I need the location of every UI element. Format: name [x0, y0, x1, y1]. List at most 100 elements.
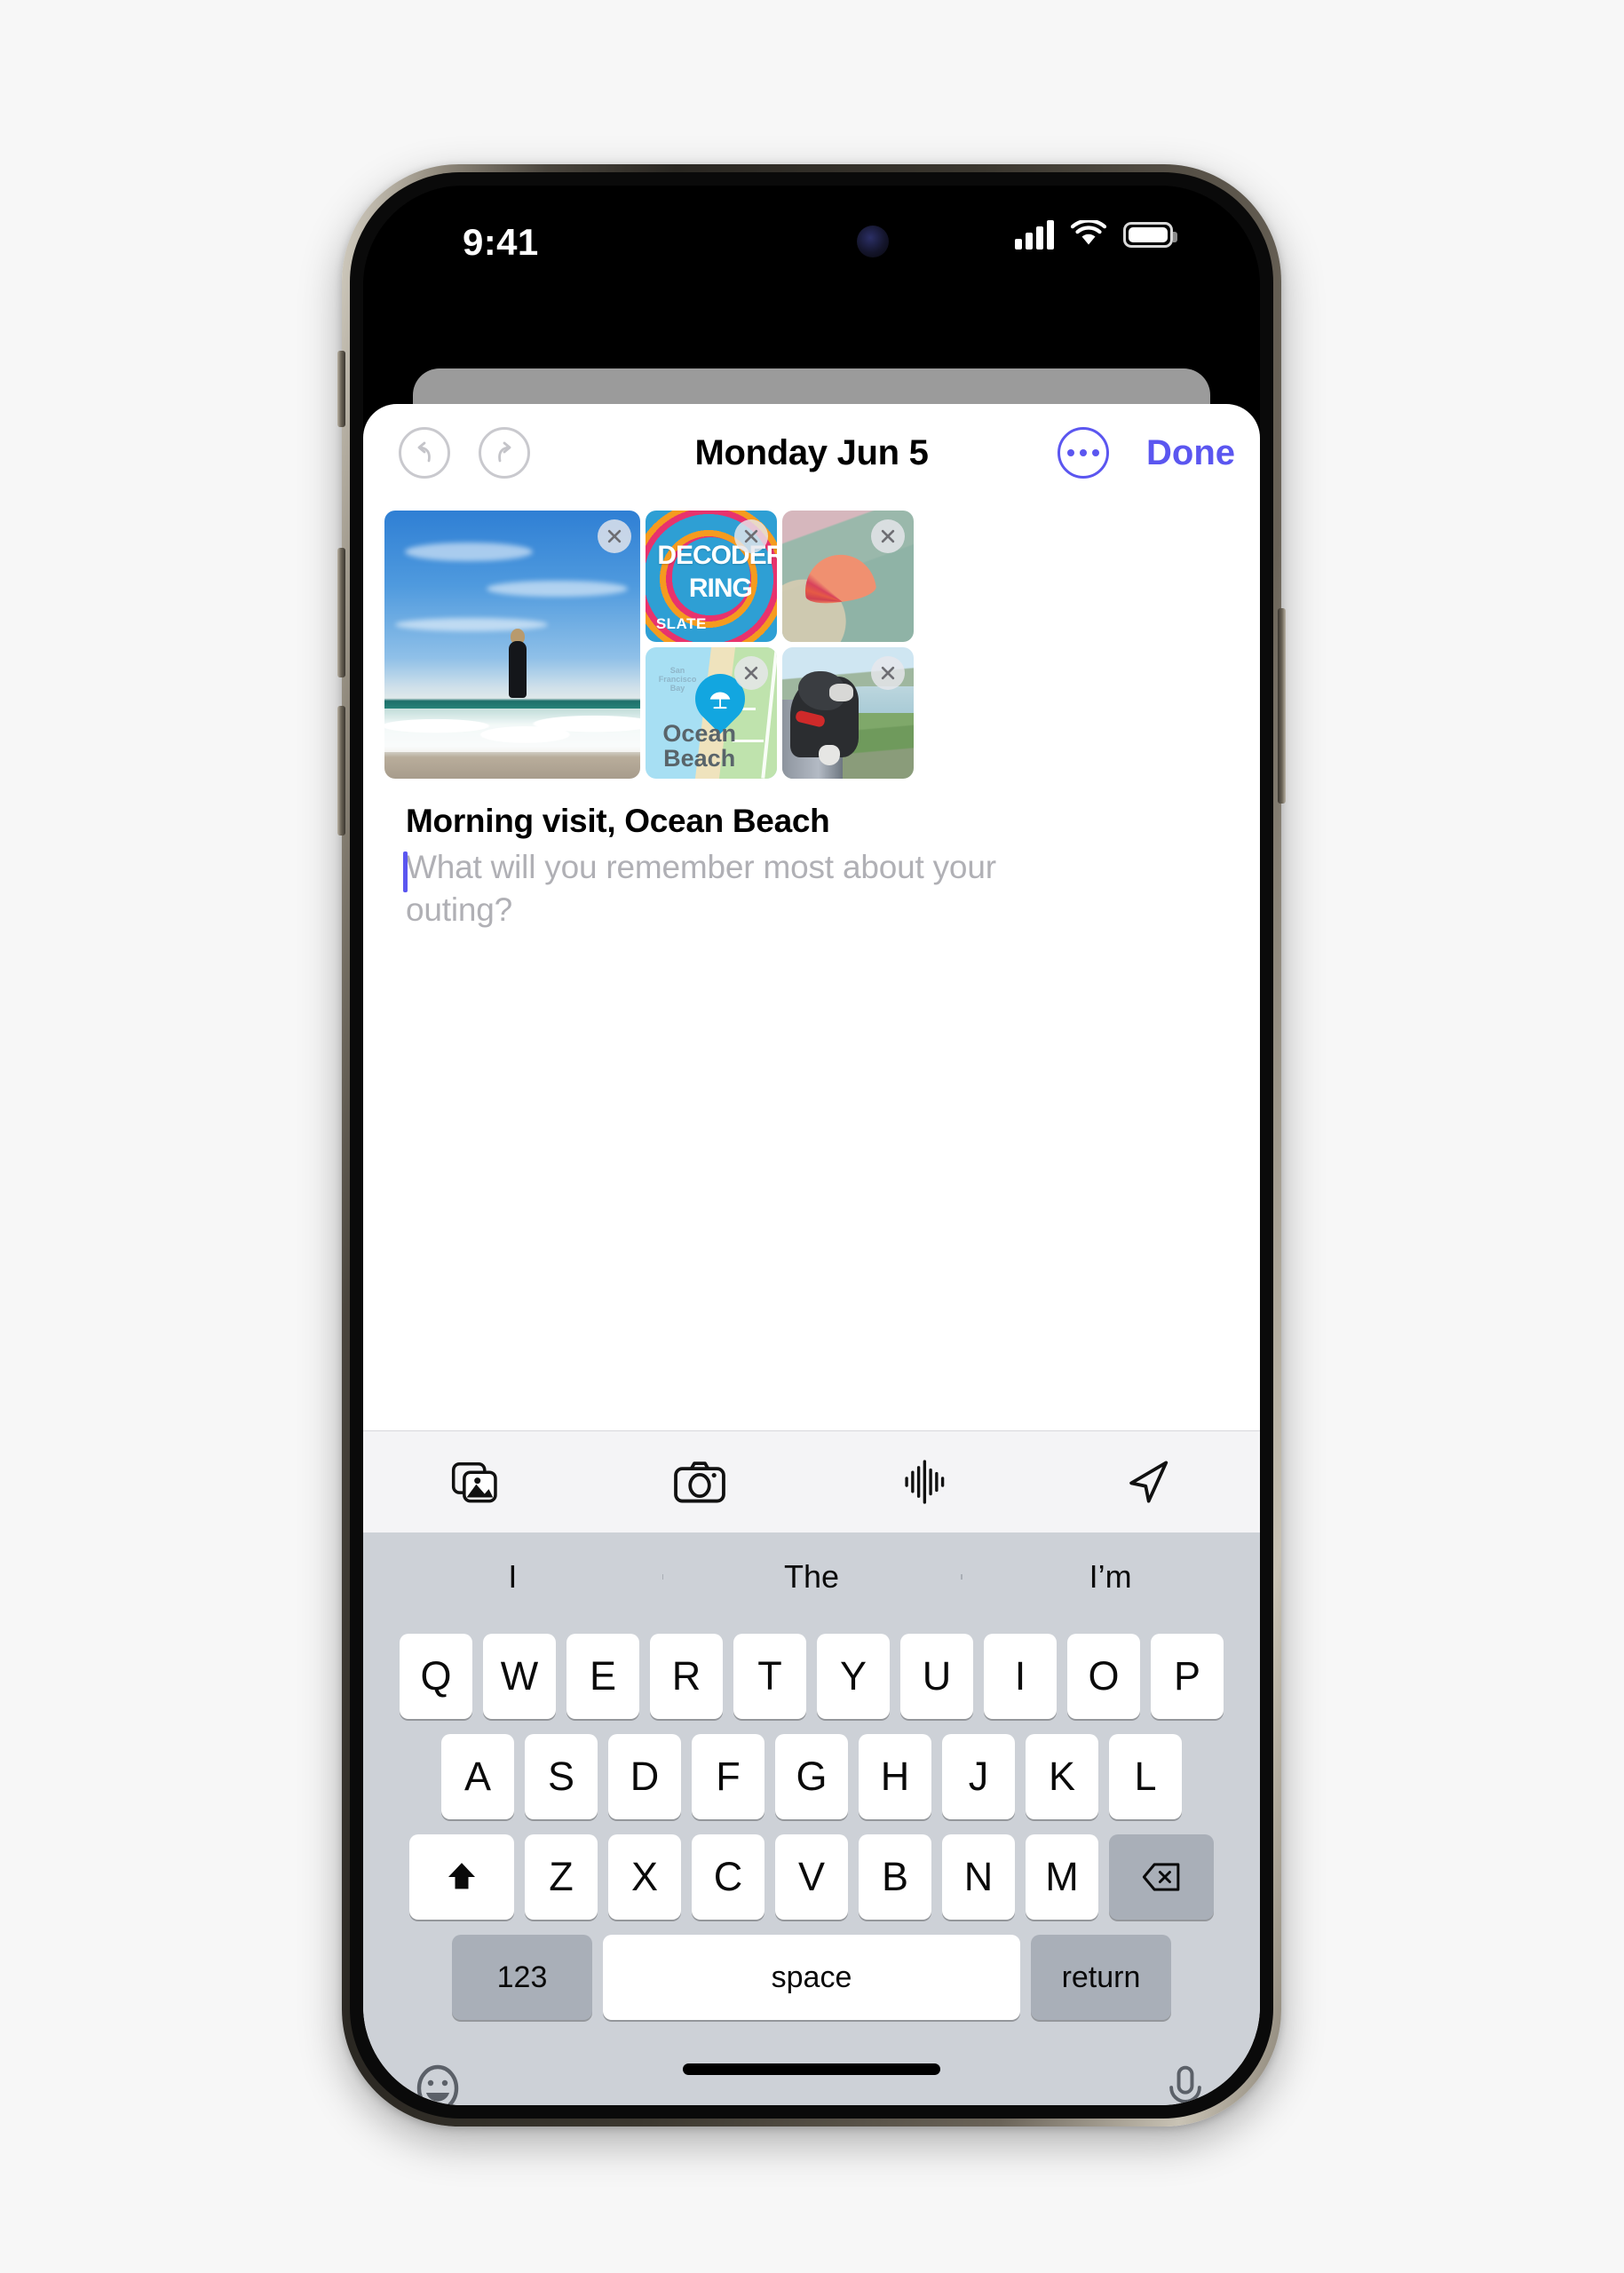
remove-media-button[interactable] [598, 519, 631, 553]
signal-bars-icon [1015, 219, 1054, 249]
ellipsis-dot [1092, 449, 1099, 456]
audio-record-button[interactable] [812, 1458, 1036, 1506]
close-x-icon [881, 529, 895, 543]
key-z[interactable]: Z [525, 1834, 598, 1920]
surfer-figure [507, 628, 528, 698]
status-indicators [1015, 219, 1177, 249]
photos-stack-icon [452, 1461, 497, 1503]
microphone-icon [1169, 2065, 1201, 2105]
key-e[interactable]: E [566, 1634, 639, 1719]
journal-entry-sheet: Monday Jun 5 Done DECODER RING SLATE San… [363, 404, 1260, 2105]
key-d[interactable]: D [608, 1734, 681, 1819]
key-w[interactable]: W [483, 1634, 556, 1719]
map-place-line2: Beach [663, 745, 736, 772]
close-x-icon [744, 666, 758, 680]
map-place-line1: Ocean [662, 719, 736, 747]
key-f[interactable]: F [692, 1734, 764, 1819]
key-j[interactable]: J [942, 1734, 1015, 1819]
phone-screen: 9:41 Monday Jun 5 Done DECODER RING SLAT… [363, 186, 1260, 2105]
dictation-key[interactable] [1162, 2063, 1208, 2105]
key-m[interactable]: M [1026, 1834, 1098, 1920]
keyboard-row-3: Z X C V B N M [363, 1834, 1260, 1920]
prediction-0[interactable]: I [363, 1558, 662, 1596]
key-x[interactable]: X [608, 1834, 681, 1920]
location-arrow-icon [1129, 1461, 1168, 1503]
key-i[interactable]: I [984, 1634, 1057, 1719]
battery-icon [1123, 221, 1177, 248]
mute-switch[interactable] [337, 351, 345, 427]
shift-arrow-icon [448, 1863, 475, 1889]
sheet-title: Monday Jun 5 [694, 432, 929, 472]
camera-icon [673, 1461, 725, 1503]
remove-media-button[interactable] [871, 656, 905, 690]
key-u[interactable]: U [900, 1634, 973, 1719]
iphone-device-frame: 9:41 Monday Jun 5 Done DECODER RING SLAT… [337, 164, 1286, 2126]
volume-down-button[interactable] [337, 706, 345, 836]
remove-media-button[interactable] [734, 519, 768, 553]
journal-entry-editor[interactable]: Morning visit, Ocean Beach What will you… [363, 779, 1260, 932]
key-p[interactable]: P [1151, 1634, 1224, 1719]
status-bar: 9:41 [363, 186, 1260, 292]
key-g[interactable]: G [775, 1734, 848, 1819]
device-bezel: 9:41 Monday Jun 5 Done DECODER RING SLAT… [350, 172, 1273, 2119]
wifi-icon [1070, 220, 1107, 245]
key-h[interactable]: H [859, 1734, 931, 1819]
dynamic-island [665, 205, 958, 289]
space-key[interactable]: space [603, 1935, 1020, 2020]
status-time: 9:41 [463, 221, 539, 263]
camera-button[interactable] [588, 1458, 812, 1506]
podcast-brand: SLATE [655, 614, 707, 632]
media-tile-ocean-beach-map[interactable]: San Francisco Bay Ocean Beach [646, 647, 777, 779]
close-x-icon [744, 529, 758, 543]
software-keyboard: I The I’m Q W E R T Y U I O P A S D F G … [363, 1532, 1260, 2105]
media-tile-seashell-photo[interactable] [782, 511, 914, 642]
photo-library-button[interactable] [363, 1458, 588, 1506]
front-camera-icon [856, 226, 889, 257]
entry-body-placeholder[interactable]: What will you remember most about your o… [406, 846, 1107, 933]
close-x-icon [881, 666, 895, 680]
key-a[interactable]: A [441, 1734, 514, 1819]
media-tile-decoder-ring-podcast[interactable]: DECODER RING SLATE [646, 511, 777, 642]
key-o[interactable]: O [1067, 1634, 1140, 1719]
waveform-icon [905, 1460, 945, 1504]
key-b[interactable]: B [859, 1834, 931, 1920]
more-options-button[interactable] [1058, 427, 1109, 479]
numeric-key[interactable]: 123 [452, 1935, 592, 2020]
key-r[interactable]: R [650, 1634, 723, 1719]
key-t[interactable]: T [733, 1634, 806, 1719]
shift-key[interactable] [409, 1834, 514, 1920]
volume-up-button[interactable] [337, 548, 345, 677]
sheet-navigation-bar: Monday Jun 5 Done [363, 404, 1260, 502]
beach-umbrella-icon [709, 692, 731, 709]
podcast-title-line2: RING [688, 574, 753, 604]
prediction-1[interactable]: The [661, 1558, 962, 1596]
backspace-key[interactable] [1109, 1834, 1214, 1920]
keyboard-row-2: A S D F G H J K L [363, 1734, 1260, 1819]
key-c[interactable]: C [692, 1834, 764, 1920]
return-key[interactable]: return [1031, 1935, 1171, 2020]
backspace-delete-icon [1142, 1863, 1180, 1891]
key-l[interactable]: L [1109, 1734, 1182, 1819]
key-n[interactable]: N [942, 1834, 1015, 1920]
key-v[interactable]: V [775, 1834, 848, 1920]
keyboard-row-4: 123 space return [363, 1935, 1260, 2020]
attachment-toolbar [363, 1430, 1260, 1532]
emoji-key[interactable] [415, 2063, 461, 2105]
entry-title-text[interactable]: Morning visit, Ocean Beach [406, 802, 1217, 841]
key-y[interactable]: Y [817, 1634, 890, 1719]
home-indicator[interactable] [683, 2063, 940, 2075]
key-s[interactable]: S [525, 1734, 598, 1819]
emoji-smiley-icon [416, 2064, 459, 2105]
map-bay-label: San Francisco Bay [658, 665, 697, 693]
remove-media-button[interactable] [871, 519, 905, 553]
predictive-text-bar: I The I’m [363, 1532, 1260, 1621]
location-button[interactable] [1036, 1458, 1261, 1506]
prediction-2[interactable]: I’m [961, 1558, 1260, 1596]
done-button[interactable]: Done [1146, 433, 1235, 473]
remove-media-button[interactable] [734, 656, 768, 690]
key-k[interactable]: K [1026, 1734, 1098, 1819]
media-tile-dog-photo[interactable] [782, 647, 914, 779]
media-tile-surfer-photo[interactable] [384, 511, 640, 779]
key-q[interactable]: Q [400, 1634, 472, 1719]
power-button[interactable] [1278, 608, 1286, 804]
